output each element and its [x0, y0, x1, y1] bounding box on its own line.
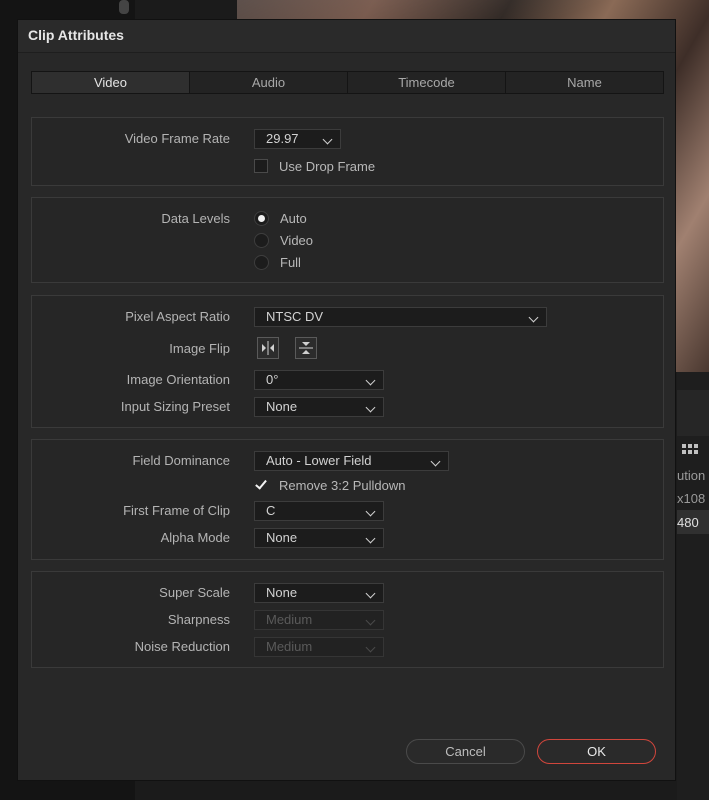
frame-rate-group: Video Frame Rate 29.97 Use Drop Frame	[31, 117, 664, 186]
video-frame-rate-label: Video Frame Rate	[124, 131, 230, 146]
super-scale-value: None	[266, 585, 298, 600]
chevron-down-icon	[365, 506, 376, 517]
chevron-down-icon	[322, 134, 333, 145]
flip-vertical-button[interactable]	[295, 337, 317, 359]
chevron-down-icon	[528, 312, 539, 323]
super-scale-group: Super Scale None Sharpness Medium Noise …	[31, 571, 664, 668]
use-drop-frame-label: Use Drop Frame	[279, 159, 376, 174]
tab-audio[interactable]: Audio	[190, 72, 348, 93]
field-dominance-label: Field Dominance	[132, 453, 230, 468]
first-frame-of-clip-label: First Frame of Clip	[123, 503, 230, 518]
noise-reduction-label: Noise Reduction	[134, 639, 230, 654]
image-orientation-select[interactable]: 0°	[254, 370, 384, 390]
sharpness-label: Sharpness	[167, 612, 230, 627]
field-dominance-value: Auto - Lower Field	[266, 453, 372, 468]
chevron-down-icon	[430, 456, 441, 467]
alpha-mode-select[interactable]: None	[254, 528, 384, 548]
chevron-down-icon	[365, 533, 376, 544]
alpha-mode-value: None	[266, 530, 298, 545]
ok-button[interactable]: OK	[537, 739, 656, 764]
data-levels-full-label: Full	[280, 255, 301, 270]
data-levels-group: Data Levels Auto Video Full	[31, 197, 664, 283]
alpha-mode-label: Alpha Mode	[160, 530, 230, 545]
field-dominance-group: Field Dominance Auto - Lower Field Remov…	[31, 439, 664, 560]
input-sizing-preset-value: None	[266, 399, 298, 414]
background-column-header: ution	[677, 468, 706, 483]
sharpness-select: Medium	[254, 610, 384, 630]
image-flip-label: Image Flip	[169, 341, 230, 356]
radio-selected-dot	[258, 215, 265, 222]
flip-vertical-icon	[299, 342, 313, 354]
video-frame-rate-value: 29.97	[266, 131, 299, 146]
data-levels-video-label: Video	[280, 233, 314, 248]
use-drop-frame-checkbox[interactable]	[254, 159, 268, 173]
remove-pulldown-checkbox[interactable]	[254, 477, 268, 492]
data-levels-auto-radio[interactable]	[254, 211, 269, 226]
pixel-aspect-ratio-label: Pixel Aspect Ratio	[125, 309, 230, 324]
data-levels-video-radio[interactable]	[254, 233, 269, 248]
chevron-down-icon	[365, 588, 376, 599]
grid-icon[interactable]	[682, 444, 700, 459]
background-scrollbar[interactable]	[119, 0, 129, 14]
chevron-down-icon	[365, 642, 376, 653]
flip-horizontal-button[interactable]	[257, 337, 279, 359]
tab-name[interactable]: Name	[506, 72, 663, 93]
data-levels-auto-label: Auto	[280, 211, 307, 226]
chevron-down-icon	[365, 402, 376, 413]
first-frame-of-clip-select[interactable]: C	[254, 501, 384, 521]
background-row-value: 480	[677, 515, 699, 530]
super-scale-select[interactable]: None	[254, 583, 384, 603]
tab-timecode[interactable]: Timecode	[348, 72, 506, 93]
data-levels-label: Data Levels	[161, 211, 230, 226]
input-sizing-preset-select[interactable]: None	[254, 397, 384, 417]
chevron-down-icon	[365, 615, 376, 626]
image-orientation-value: 0°	[266, 372, 279, 387]
checkmark-icon	[255, 477, 267, 490]
pixel-aspect-ratio-select[interactable]: NTSC DV	[254, 307, 547, 327]
tab-bar: Video Audio Timecode Name	[31, 71, 664, 94]
image-orientation-label: Image Orientation	[126, 372, 230, 387]
field-dominance-select[interactable]: Auto - Lower Field	[254, 451, 449, 471]
super-scale-label: Super Scale	[159, 585, 230, 600]
first-frame-of-clip-value: C	[266, 503, 276, 518]
background-right-header	[677, 390, 709, 436]
clip-attributes-dialog: Clip Attributes Video Audio Timecode Nam…	[17, 19, 676, 781]
background-resolution-cell: x108	[677, 491, 706, 506]
chevron-down-icon	[365, 375, 376, 386]
video-frame-rate-select[interactable]: 29.97	[254, 129, 341, 149]
flip-horizontal-icon	[262, 341, 274, 355]
sharpness-value: Medium	[266, 612, 313, 627]
remove-pulldown-label: Remove 3:2 Pulldown	[279, 478, 406, 493]
data-levels-full-radio[interactable]	[254, 255, 269, 270]
tab-video[interactable]: Video	[32, 72, 190, 93]
pixel-aspect-group: Pixel Aspect Ratio NTSC DV Image Flip Im…	[31, 295, 664, 428]
background-right-panel	[677, 372, 709, 800]
pixel-aspect-ratio-value: NTSC DV	[266, 309, 324, 324]
dialog-title: Clip Attributes	[28, 27, 124, 43]
noise-reduction-select: Medium	[254, 637, 384, 657]
input-sizing-preset-label: Input Sizing Preset	[120, 399, 230, 414]
noise-reduction-value: Medium	[266, 639, 313, 654]
cancel-button[interactable]: Cancel	[406, 739, 525, 764]
